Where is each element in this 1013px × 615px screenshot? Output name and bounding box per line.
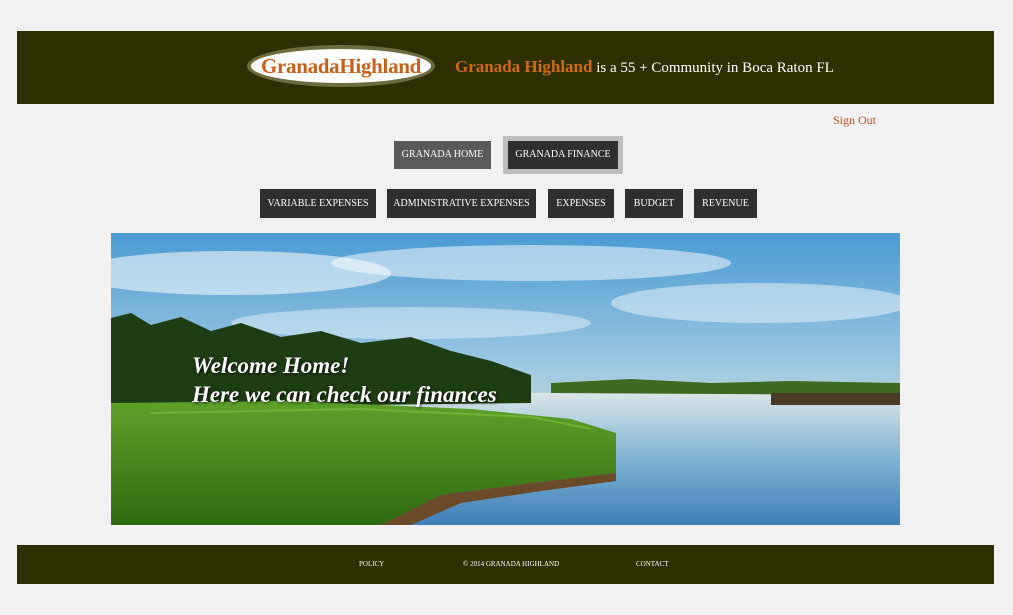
tagline-text: is a 55 + Community in Boca Raton FL [592, 60, 834, 76]
sign-out-link[interactable]: Sign Out [833, 113, 876, 128]
tagline: Granada Highland is a 55 + Community in … [455, 57, 834, 77]
welcome-line-2: Here we can check our finances [192, 382, 497, 407]
variable-expenses-button[interactable]: VARIABLE EXPENSES [260, 189, 376, 218]
footer-contact-link[interactable]: CONTACT [636, 560, 669, 568]
site-footer: POLICY © 2014 GRANADA HIGHLAND CONTACT [17, 545, 994, 584]
welcome-message: Welcome Home! Here we can check our fina… [192, 351, 497, 409]
hero-banner: Welcome Home! Here we can check our fina… [111, 233, 900, 525]
expenses-button[interactable]: EXPENSES [548, 189, 614, 218]
site-header: GranadaHighland Granada Highland is a 55… [17, 31, 994, 104]
nav-granada-home-button[interactable]: GRANADA HOME [394, 141, 491, 169]
footer-copyright: © 2014 GRANADA HIGHLAND [463, 560, 560, 568]
logo[interactable]: GranadaHighland [247, 45, 435, 87]
budget-button[interactable]: BUDGET [625, 189, 683, 218]
welcome-line-1: Welcome Home! [192, 353, 350, 378]
tagline-brand: Granada Highland [455, 57, 593, 76]
footer-policy-link[interactable]: POLICY [359, 560, 384, 568]
nav-granada-finance-button[interactable]: GRANADA FINANCE [508, 141, 618, 169]
logo-text: GranadaHighland [260, 53, 422, 78]
administrative-expenses-button[interactable]: ADMINISTRATIVE EXPENSES [387, 189, 536, 218]
revenue-button[interactable]: REVENUE [694, 189, 757, 218]
